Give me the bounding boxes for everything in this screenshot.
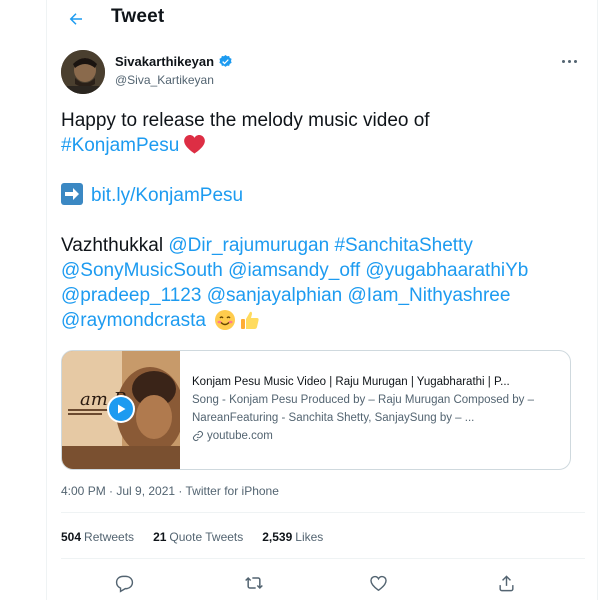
mention-link[interactable]: @yugabhaarathiYb (365, 260, 528, 281)
retweets-count: 504 (61, 530, 82, 544)
retweet-icon (245, 576, 263, 590)
right-arrow-emoji-icon (61, 183, 83, 205)
quote-tweets-stat[interactable]: 21 Quote Tweets (153, 530, 243, 544)
avatar[interactable] (61, 50, 105, 94)
tweet-line: @raymondcrasta (61, 308, 586, 333)
divider (61, 558, 585, 559)
mention-link[interactable]: @sanjayalphian (207, 285, 343, 306)
tweet-line: Vazhthukkal @Dir_rajumurugan #SanchitaSh… (61, 233, 586, 258)
card-title: Konjam Pesu Music Video | Raju Murugan |… (192, 376, 510, 388)
mention-link[interactable]: @Dir_rajumurugan (168, 235, 329, 256)
thumbs-up-emoji-icon (241, 311, 259, 329)
tweet-line: @SonyMusicSouth @iamsandy_off @yugabhaar… (61, 258, 586, 283)
red-heart-icon (184, 135, 206, 154)
mention-link[interactable]: @Iam_Nithyashree (348, 285, 511, 306)
tweet-timestamp: 4:00 PM · Jul 9, 2021 · Twitter for iPho… (61, 484, 279, 498)
back-button[interactable] (61, 4, 91, 34)
tweet-line: #KonjamPesu (61, 133, 586, 158)
link-preview-card[interactable]: am P Konjam Pesu Music Video | Raju Muru… (61, 350, 571, 470)
page-title: Tweet (111, 6, 165, 27)
mention-link[interactable]: @SonyMusicSouth (61, 260, 223, 281)
quotes-count: 21 (153, 530, 167, 544)
tweet-stats: 504 Retweets 21 Quote Tweets 2,539 Likes (61, 530, 342, 544)
retweets-stat[interactable]: 504 Retweets (61, 530, 134, 544)
author-name-row: Sivakarthikeyan (115, 54, 233, 69)
retweet-button[interactable] (241, 570, 267, 596)
heart-outline-icon (369, 575, 387, 591)
hashtag-link[interactable]: #KonjamPesu (61, 135, 179, 156)
card-domain-row: youtube.com (192, 427, 557, 445)
mention-link[interactable]: @pradeep_1123 (61, 285, 201, 306)
link-icon (193, 431, 203, 441)
card-description: Song - Konjam Pesu Produced by – Raju Mu… (192, 394, 535, 424)
verified-badge-icon (219, 54, 232, 67)
page-header: Tweet (47, 0, 597, 40)
mention-link[interactable]: @iamsandy_off (228, 260, 360, 281)
more-dots-icon (561, 59, 565, 63)
mention-link[interactable]: @raymondcrasta (61, 310, 206, 331)
smiling-face-emoji-icon (215, 310, 236, 330)
avatar-image (61, 50, 105, 94)
tweet-word: Vazhthukkal (61, 235, 164, 256)
play-icon (118, 404, 126, 414)
card-domain: youtube.com (207, 430, 273, 442)
reply-button[interactable] (111, 570, 137, 596)
card-text: Konjam Pesu Music Video | Raju Murugan |… (192, 373, 557, 445)
tweet-time[interactable]: 4:00 PM · Jul 9, 2021 · (61, 484, 186, 498)
divider (61, 512, 585, 513)
tweet-actions (47, 570, 597, 596)
retweets-label: Retweets (84, 530, 135, 544)
tweet-source[interactable]: Twitter for iPhone (186, 484, 279, 498)
tweet-text: Happy to release the melody music video … (61, 108, 586, 333)
likes-stat[interactable]: 2,539 Likes (262, 530, 323, 544)
video-thumbnail: am P (62, 351, 180, 469)
author-name[interactable]: Sivakarthikeyan (115, 54, 214, 69)
share-icon (498, 574, 514, 591)
reply-icon (115, 575, 133, 593)
quotes-label: Quote Tweets (169, 530, 244, 544)
hashtag-link[interactable]: #SanchitaShetty (334, 235, 472, 256)
author-handle[interactable]: @Siva_Kartikeyan (115, 73, 214, 87)
like-button[interactable] (365, 570, 391, 596)
more-options-button[interactable] (557, 52, 581, 70)
likes-label: Likes (295, 530, 324, 544)
play-button[interactable] (107, 395, 135, 423)
arrow-left-icon (69, 13, 82, 25)
short-link[interactable]: bit.ly/KonjamPesu (91, 185, 243, 206)
tweet-line: @pradeep_1123 @sanjayalphian @Iam_Nithya… (61, 283, 586, 308)
tweet-line: bit.ly/KonjamPesu (61, 183, 586, 208)
tweet-line: Happy to release the melody music video … (61, 110, 430, 131)
likes-count: 2,539 (262, 530, 293, 544)
tweet-detail-panel: Tweet Sivakarthikeyan @Siva_Kartikeyan H… (46, 0, 598, 600)
share-button[interactable] (493, 570, 519, 596)
